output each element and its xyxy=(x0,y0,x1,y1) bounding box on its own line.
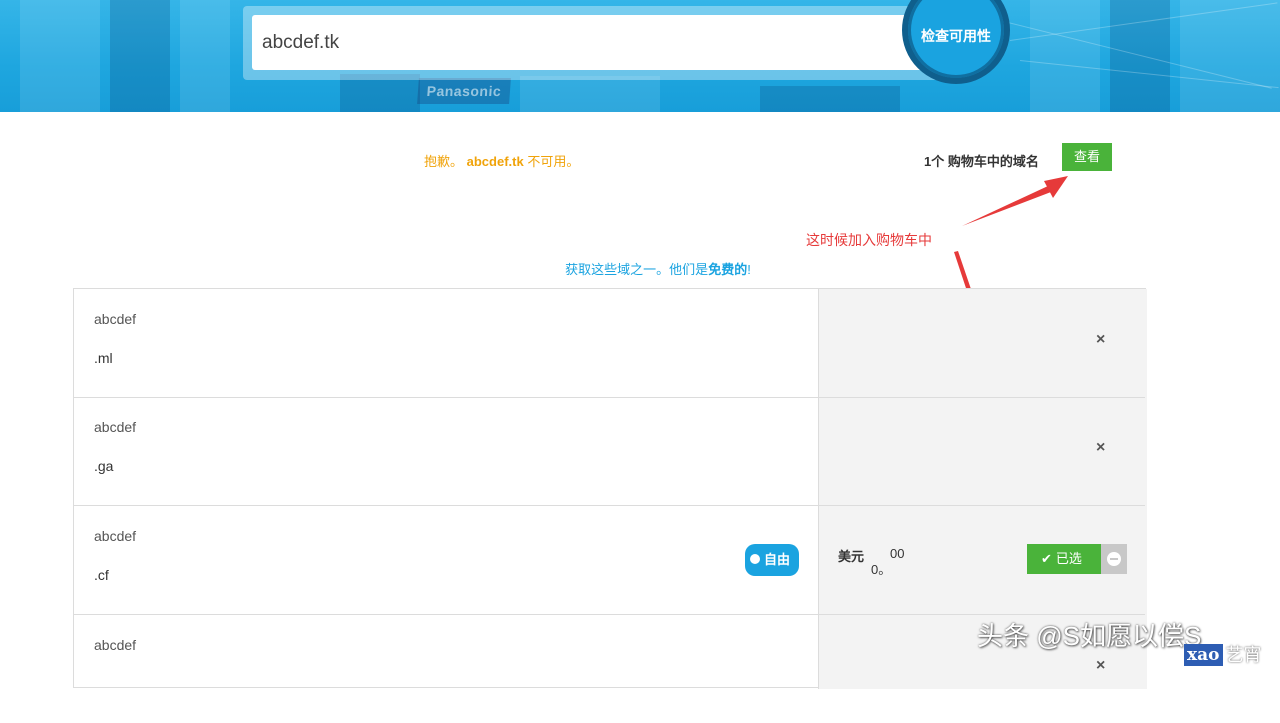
cart-count: 1个 购物车中的域名 xyxy=(924,154,1039,169)
table-row: abcdef .ga × xyxy=(74,397,1145,506)
background-building xyxy=(110,0,170,112)
watermark-tag: xao xyxy=(1184,644,1223,666)
free-message-prefix: 获取这些域之一。他们是 xyxy=(565,262,709,277)
minus-circle-icon xyxy=(1107,552,1121,566)
watermark-name: 艺宵 xyxy=(1225,645,1262,665)
selected-button[interactable]: ✔ 已选 xyxy=(1027,544,1101,574)
table-row: abcdef .cf 自由 美元 0。 00 ✔ 已选 xyxy=(74,506,1145,615)
watermark-logo: xao 艺宵 xyxy=(1184,644,1262,668)
price-decimal: 00 xyxy=(890,546,905,561)
selected-label: 已选 xyxy=(1055,551,1082,566)
unavailable-message: 抱歉。 abcdef.tk 不可用。 xyxy=(424,151,579,170)
remove-from-cart-button[interactable] xyxy=(1101,544,1127,574)
free-badge[interactable]: 自由 xyxy=(745,544,799,576)
arrowhead xyxy=(1044,176,1068,198)
domain-name: abcdef xyxy=(94,637,137,653)
table-row: abcdef .ml × xyxy=(74,289,1145,398)
sorry-suffix: 不可用。 xyxy=(527,154,580,169)
domain-name: abcdef xyxy=(94,419,137,435)
background-building xyxy=(1180,0,1280,112)
background-building xyxy=(20,0,100,112)
close-icon[interactable]: × xyxy=(1096,657,1105,675)
free-domains-message: 获取这些域之一。他们是免费的! xyxy=(0,259,1280,278)
price-currency: 美元 xyxy=(838,549,865,564)
free-message-suffix: ! xyxy=(747,262,751,277)
close-icon[interactable]: × xyxy=(1096,439,1105,457)
free-badge-label: 自由 xyxy=(764,552,791,567)
view-cart-button[interactable]: 查看 xyxy=(1062,143,1112,171)
dot-icon xyxy=(750,554,760,564)
background-building xyxy=(520,76,660,112)
free-message-bold: 免费的 xyxy=(708,262,748,277)
domain-tld: .ga xyxy=(94,458,114,474)
domain-search-input[interactable] xyxy=(252,15,942,70)
domain-name: abcdef xyxy=(94,311,137,327)
check-icon: ✔ xyxy=(1041,551,1052,566)
searched-domain: abcdef.tk xyxy=(466,154,524,169)
close-icon[interactable]: × xyxy=(1096,331,1105,349)
sorry-prefix: 抱歉。 xyxy=(424,154,464,169)
domain-name: abcdef xyxy=(94,528,137,544)
background-building xyxy=(760,86,900,112)
domain-tld: .cf xyxy=(94,567,109,583)
domain-tld: .ml xyxy=(94,350,113,366)
background-building xyxy=(180,0,230,112)
annotation-text: 这时候加入购物车中 xyxy=(806,232,932,248)
watermark-text: 头条 @S如愿以偿S xyxy=(977,621,1202,651)
arrow-line xyxy=(962,186,1051,226)
price-integer: 0。 xyxy=(871,562,892,577)
background-building xyxy=(1030,0,1100,112)
background-sign: Panasonic xyxy=(417,78,511,104)
hero-banner: Panasonic 检查可用性 xyxy=(0,0,1280,112)
